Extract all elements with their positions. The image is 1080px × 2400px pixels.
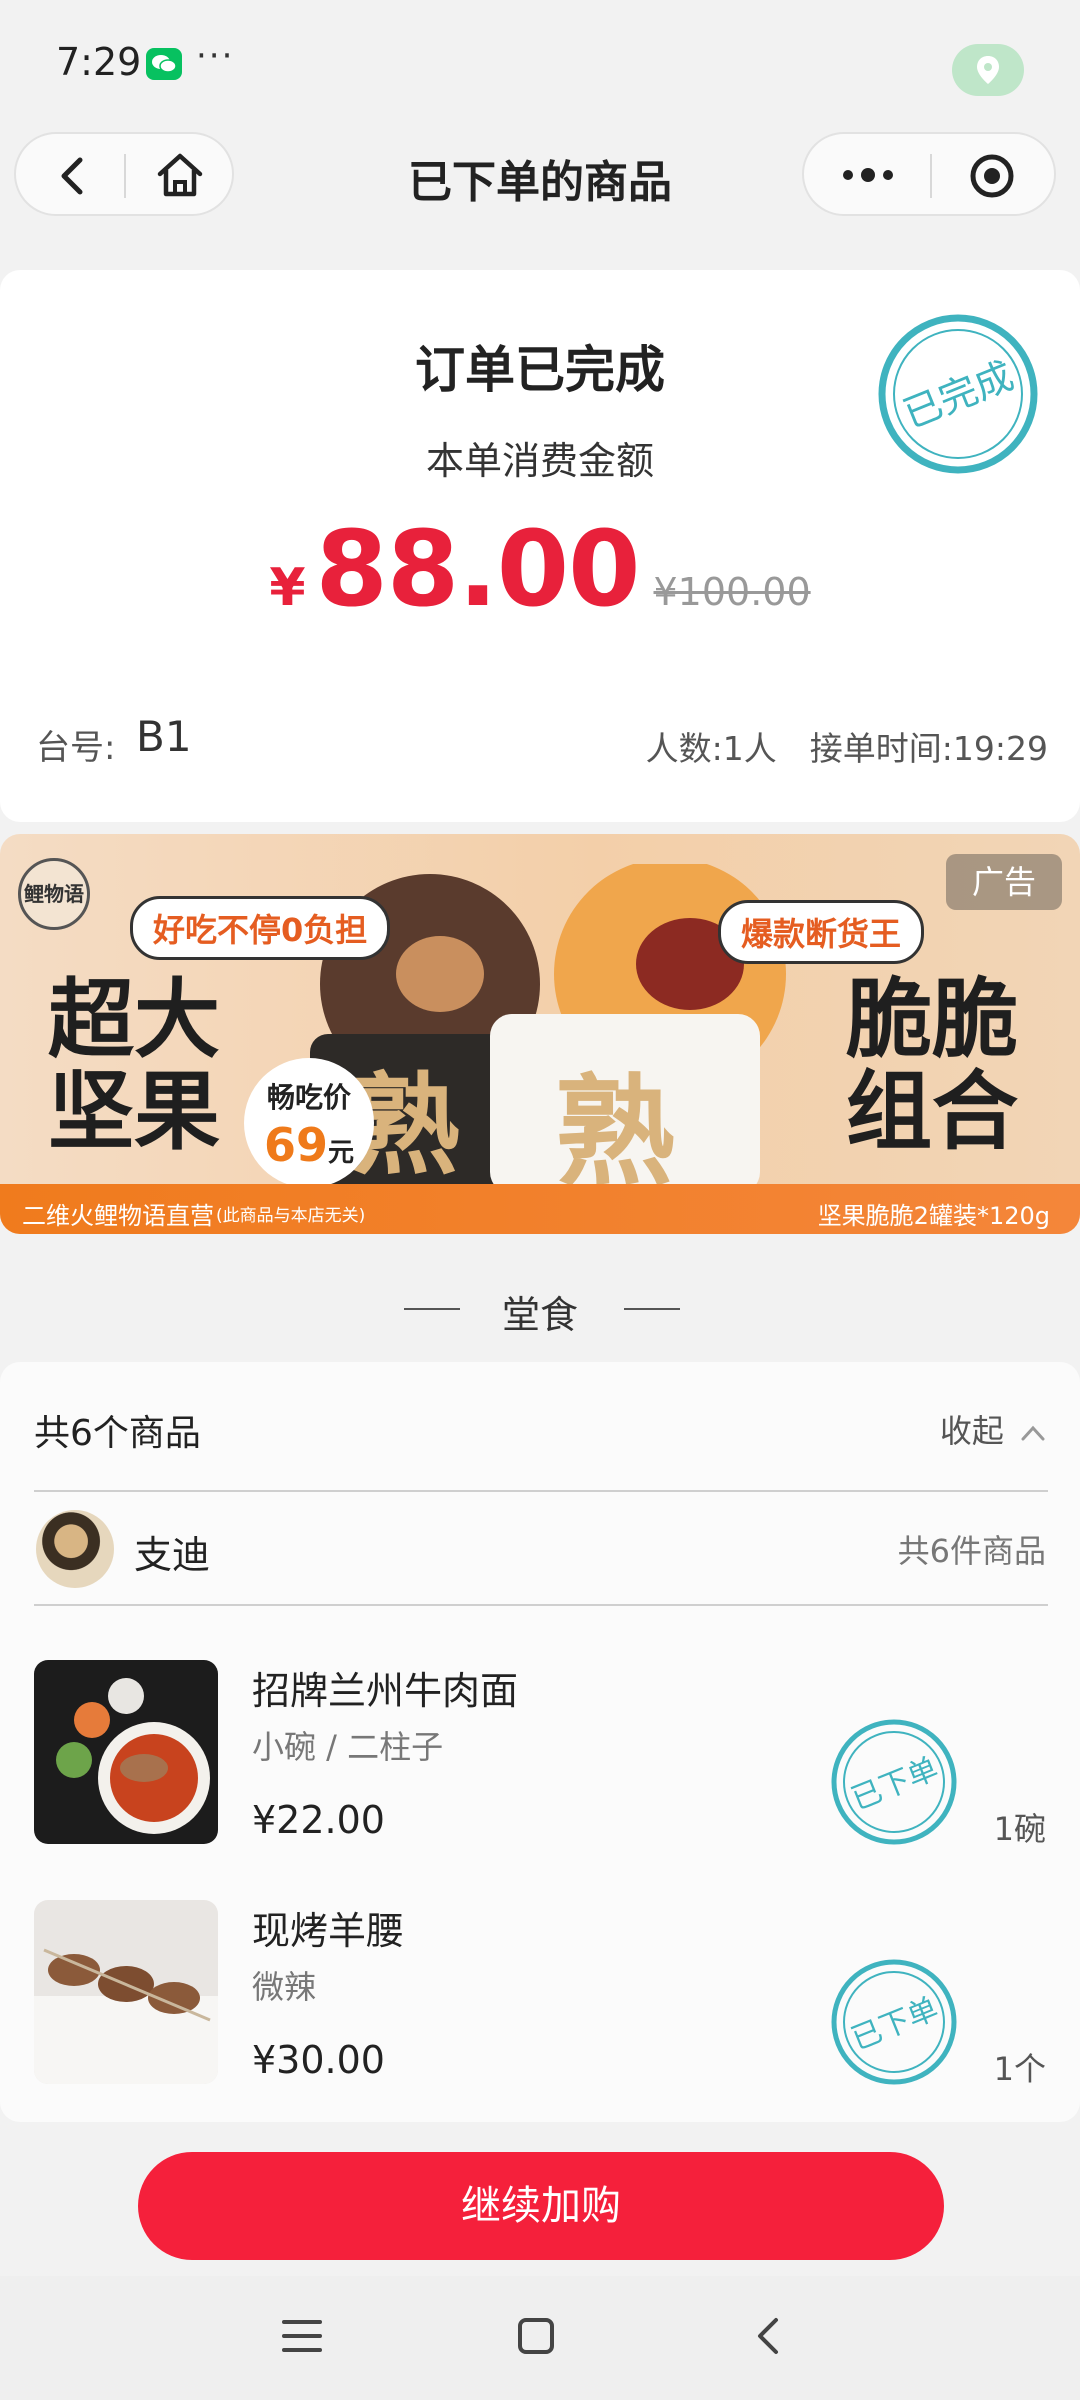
more-options-icon[interactable] xyxy=(840,160,896,190)
svg-text:熟: 熟 xyxy=(555,1062,675,1184)
menu-icon[interactable] xyxy=(280,2316,324,2356)
system-navigation-bar xyxy=(0,2276,1080,2400)
item-spec: 微辣 xyxy=(252,1968,317,2006)
ordered-stamp-text: 已下单 xyxy=(847,1751,944,1817)
nav-right-capsule xyxy=(802,132,1056,216)
ad-banner[interactable]: 鲤物语 熟 熟 超大 坚果 脆脆 组合 好吃不停0负担 爆款断货王 畅吃价 69… xyxy=(0,834,1080,1234)
order-meta: 人数:1人 接单时间:19:29 xyxy=(645,729,1048,768)
ad-tag: 广告 xyxy=(946,854,1062,910)
avatar xyxy=(36,1510,114,1588)
completed-stamp: 已完成 xyxy=(878,314,1038,474)
table-label: 台号: xyxy=(36,728,116,768)
divider xyxy=(34,1604,1048,1606)
user-name: 支迪 xyxy=(134,1533,211,1577)
ad-left-headline: 超大 坚果 xyxy=(48,970,220,1162)
item-spec: 小碗 / 二柱子 xyxy=(252,1728,444,1766)
location-pin-icon xyxy=(977,56,999,84)
table-number: B1 xyxy=(136,712,192,761)
ad-info-strip: 二维火鲤物语直营 (此商品与本店无关) 坚果脆脆2罐装*120g xyxy=(0,1184,1080,1234)
continue-ordering-button[interactable]: 继续加购 xyxy=(138,2152,944,2260)
completed-stamp-text: 已完成 xyxy=(897,353,1019,437)
amount-row: ¥ 88.00 ¥100.00 xyxy=(0,508,1080,630)
ad-strip-left: 二维火鲤物语直营 xyxy=(22,1202,214,1230)
order-amount: 88.00 xyxy=(315,508,641,630)
ad-price-label: 畅吃价 xyxy=(266,1081,351,1114)
divider-line xyxy=(624,1308,680,1310)
item-name: 现烤羊腰 xyxy=(252,1909,405,1953)
item-quantity: 1碗 xyxy=(993,1810,1046,1848)
ad-price-unit: 元 xyxy=(328,1138,355,1168)
collapse-label: 收起 xyxy=(939,1412,1004,1450)
item-price: ¥22.00 xyxy=(252,1798,385,1842)
item-name: 招牌兰州牛肉面 xyxy=(252,1669,519,1713)
items-count: 共6个商品 xyxy=(34,1413,201,1454)
ad-strip-note: (此商品与本店无关) xyxy=(216,1206,366,1226)
ad-bubble-right: 爆款断货王 xyxy=(718,900,925,964)
ad-right-headline: 脆脆 组合 xyxy=(846,970,1018,1162)
lamb-kidney-image xyxy=(34,1900,218,2084)
divider xyxy=(34,1490,1048,1492)
ordered-stamp: 已下单 xyxy=(831,1959,957,2085)
ad-strip-right: 坚果脆脆2罐装*120g xyxy=(817,1202,1050,1230)
home-square-icon[interactable] xyxy=(516,2314,556,2358)
ordered-stamp-text: 已下单 xyxy=(847,1991,944,2057)
status-more-dots: ··· xyxy=(196,36,235,76)
section-title-dine-in: 堂食 xyxy=(501,1293,578,1337)
ad-price-badge: 畅吃价 69元 xyxy=(244,1058,374,1188)
user-item-count: 共6件商品 xyxy=(897,1532,1046,1570)
location-indicator xyxy=(952,44,1024,96)
chevron-up-icon xyxy=(1021,1425,1045,1441)
original-price: ¥100.00 xyxy=(653,570,811,614)
beef-noodle-image xyxy=(34,1660,218,1844)
ordered-stamp: 已下单 xyxy=(831,1719,957,1845)
ad-brand-logo: 鲤物语 xyxy=(18,858,90,930)
status-time: 7:29 xyxy=(56,40,142,84)
wechat-icon xyxy=(146,48,182,80)
ad-price-value: 69 xyxy=(263,1118,328,1172)
currency-symbol: ¥ xyxy=(269,558,306,618)
close-miniprogram-icon[interactable] xyxy=(968,152,1016,200)
item-quantity: 1个 xyxy=(993,2050,1046,2088)
ad-bubble-left: 好吃不停0负担 xyxy=(130,896,391,960)
capsule-divider xyxy=(930,154,932,198)
item-price: ¥30.00 xyxy=(252,2038,385,2082)
system-back-icon[interactable] xyxy=(750,2314,786,2358)
collapse-button[interactable]: 收起 xyxy=(940,1406,1046,1452)
